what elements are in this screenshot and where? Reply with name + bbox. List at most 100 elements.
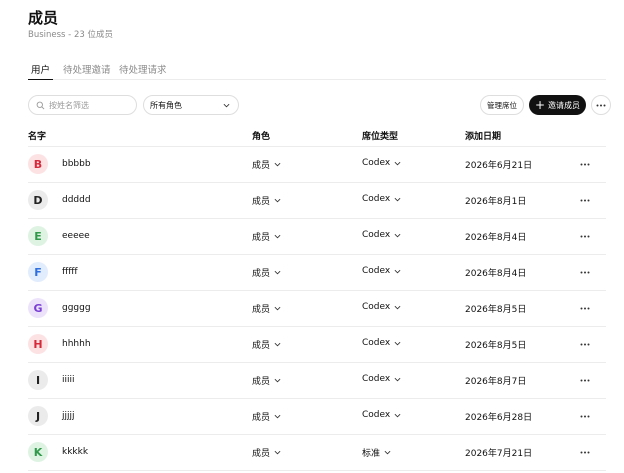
seat-type-dropdown[interactable]: Codex: [362, 338, 401, 348]
seat-type-value: Codex: [362, 374, 391, 384]
row-more-button[interactable]: [576, 264, 594, 280]
chevron-down-icon: [274, 162, 281, 167]
avatar: J: [28, 406, 48, 426]
more-horizontal-icon: [580, 271, 590, 273]
member-name: jjjjj: [62, 411, 75, 421]
chevron-down-icon: [394, 233, 401, 237]
date-added: 2026年6月28日: [465, 413, 533, 423]
chevron-down-icon: [394, 341, 401, 345]
role-dropdown[interactable]: 成员: [252, 230, 281, 243]
invite-member-button[interactable]: + 邀请成员: [529, 95, 586, 115]
role-dropdown[interactable]: 成员: [252, 158, 281, 171]
avatar: F: [28, 262, 48, 282]
chevron-down-icon: [394, 413, 401, 417]
seat-type-value: 标准: [362, 449, 381, 459]
role-dropdown[interactable]: 成员: [252, 338, 281, 351]
chevron-down-icon: [394, 269, 401, 273]
row-more-button[interactable]: [576, 372, 594, 388]
seat-type-dropdown[interactable]: Codex: [362, 158, 401, 168]
role-dropdown[interactable]: 成员: [252, 410, 281, 423]
role-value: 成员: [252, 197, 271, 207]
role-filter-select[interactable]: 所有角色: [143, 95, 239, 115]
tab-users[interactable]: 用户: [28, 62, 54, 80]
seat-type-dropdown[interactable]: Codex: [362, 410, 401, 420]
search-icon: [36, 101, 45, 109]
date-added: 2026年8月5日: [465, 305, 527, 315]
search-field[interactable]: [28, 95, 137, 115]
role-value: 成员: [252, 377, 271, 387]
role-dropdown[interactable]: 成员: [252, 302, 281, 315]
member-name: fffff: [62, 267, 78, 277]
seat-type-value: Codex: [362, 266, 391, 276]
table-row: Bbbbbb 成员 Codex 2026年6月21日: [28, 147, 606, 183]
row-more-button[interactable]: [576, 192, 594, 208]
seat-type-dropdown[interactable]: Codex: [362, 374, 401, 384]
role-value: 成员: [252, 269, 271, 279]
page-subtitle: Business - 23 位成员: [28, 30, 113, 40]
header-seat-type: 席位类型: [362, 132, 399, 142]
row-more-button[interactable]: [576, 408, 594, 424]
role-filter-label: 所有角色: [150, 100, 182, 110]
seat-type-value: Codex: [362, 194, 391, 204]
seat-type-dropdown[interactable]: 标准: [362, 446, 391, 459]
row-more-button[interactable]: [576, 156, 594, 172]
role-dropdown[interactable]: 成员: [252, 446, 281, 459]
more-horizontal-icon: [580, 415, 590, 417]
more-options-button[interactable]: [591, 95, 611, 115]
member-table-body: Bbbbbb 成员 Codex 2026年6月21日 Dddddd 成员 Codex 2026…: [28, 147, 606, 471]
seat-type-dropdown[interactable]: Codex: [362, 194, 401, 204]
row-more-button[interactable]: [576, 300, 594, 316]
date-added: 2026年8月4日: [465, 233, 527, 243]
member-name: ddddd: [62, 195, 91, 205]
row-more-button[interactable]: [576, 336, 594, 352]
more-horizontal-icon: [580, 343, 590, 345]
role-dropdown[interactable]: 成员: [252, 374, 281, 387]
row-more-button[interactable]: [576, 444, 594, 460]
date-added: 2026年8月7日: [465, 377, 527, 387]
member-name: eeeee: [62, 231, 90, 241]
date-added: 2026年8月4日: [465, 269, 527, 279]
member-name: ggggg: [62, 303, 91, 313]
chevron-down-icon: [394, 305, 401, 309]
date-added: 2026年7月21日: [465, 449, 533, 459]
role-dropdown[interactable]: 成员: [252, 266, 281, 279]
chevron-down-icon: [274, 378, 281, 383]
avatar: K: [28, 442, 48, 462]
table-row: Eeeeee 成员 Codex 2026年8月4日: [28, 219, 606, 255]
role-value: 成员: [252, 233, 271, 243]
table-row: Ffffff 成员 Codex 2026年8月4日: [28, 255, 606, 291]
chevron-down-icon: [394, 161, 401, 165]
more-horizontal-icon: [580, 307, 590, 309]
manage-seats-button[interactable]: 管理席位: [480, 95, 524, 115]
seat-type-value: Codex: [362, 338, 391, 348]
table-row: Gggggg 成员 Codex 2026年8月5日: [28, 291, 606, 327]
avatar: I: [28, 370, 48, 390]
table-row: Dddddd 成员 Codex 2026年8月1日: [28, 183, 606, 219]
row-more-button[interactable]: [576, 228, 594, 244]
seat-type-value: Codex: [362, 410, 391, 420]
chevron-down-icon: [394, 377, 401, 381]
seat-type-dropdown[interactable]: Codex: [362, 230, 401, 240]
tab-pending-invites[interactable]: 待处理邀请: [63, 62, 111, 80]
table-row: Iiiiii 成员 Codex 2026年8月7日: [28, 363, 606, 399]
chevron-down-icon: [394, 197, 401, 201]
more-horizontal-icon: [580, 235, 590, 237]
more-horizontal-icon: [580, 451, 590, 453]
tab-pending-requests[interactable]: 待处理请求: [119, 62, 167, 80]
chevron-down-icon: [384, 450, 391, 455]
search-input[interactable]: [49, 100, 134, 110]
more-horizontal-icon: [596, 104, 606, 106]
member-name: bbbbb: [62, 159, 91, 169]
role-dropdown[interactable]: 成员: [252, 194, 281, 207]
seat-type-dropdown[interactable]: Codex: [362, 302, 401, 312]
avatar: E: [28, 226, 48, 246]
table-row: Jjjjjj 成员 Codex 2026年6月28日: [28, 399, 606, 435]
table-row: Hhhhhh 成员 Codex 2026年8月5日: [28, 327, 606, 363]
table-row: Kkkkkk 成员 标准 2026年7月21日: [28, 435, 606, 471]
date-added: 2026年6月21日: [465, 161, 533, 171]
header-date-added: 添加日期: [465, 132, 502, 142]
chevron-down-icon: [274, 234, 281, 239]
seat-type-dropdown[interactable]: Codex: [362, 266, 401, 276]
avatar: H: [28, 334, 48, 354]
chevron-down-icon: [274, 450, 281, 455]
